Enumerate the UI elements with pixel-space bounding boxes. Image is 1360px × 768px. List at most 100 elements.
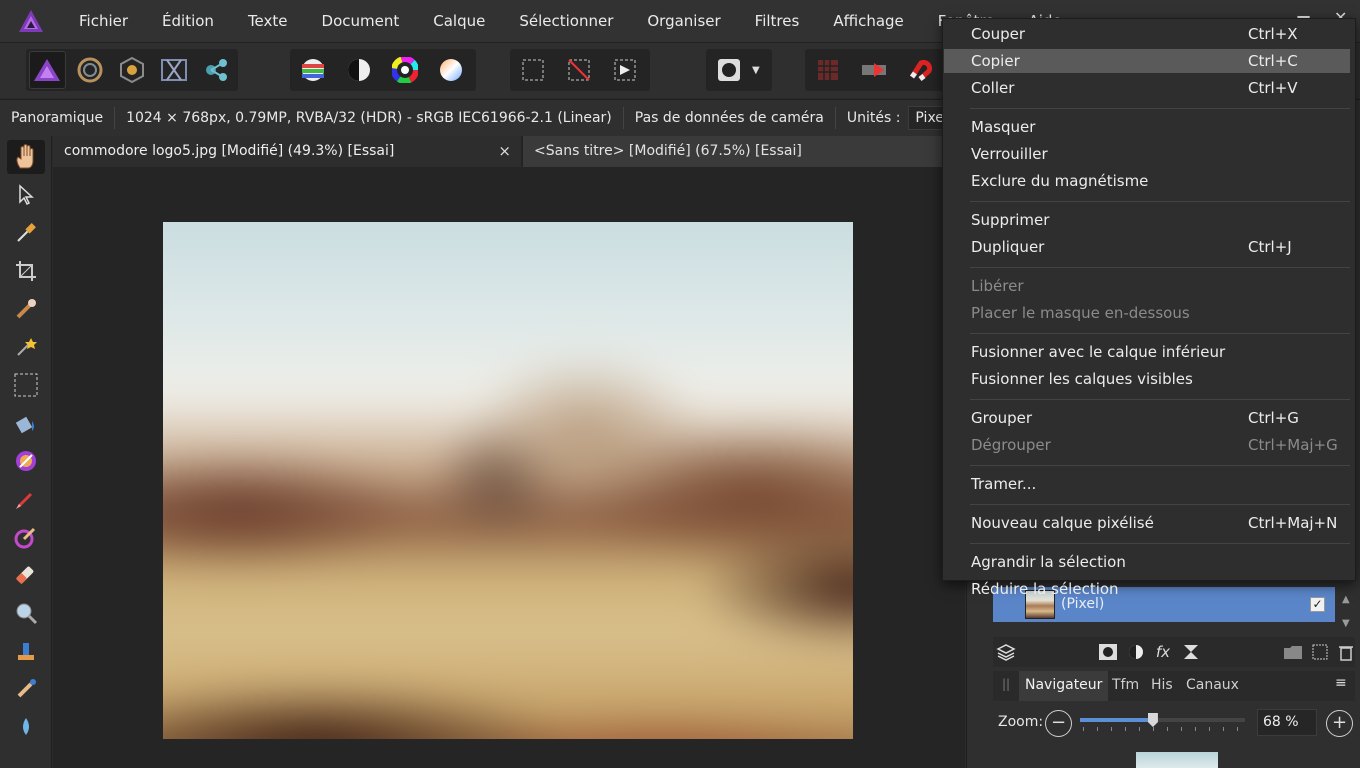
menu-item-fusionner-avec-le-calque-inf-rieur[interactable]: Fusionner avec le calque inférieur	[944, 340, 1350, 364]
menu-item-agrandir-la-s-lection[interactable]: Agrandir la sélection	[944, 550, 1350, 574]
menu-filtres[interactable]: Filtres	[738, 0, 817, 42]
menu-item-label: Libérer	[971, 277, 1024, 295]
menu-fichier[interactable]: Fichier	[62, 0, 145, 42]
menu-item-label: Tramer...	[971, 475, 1037, 493]
close-tab-icon[interactable]: ×	[498, 136, 511, 167]
crop-tool-icon[interactable]	[7, 254, 45, 288]
menu-item-label: Placer le masque en-dessous	[971, 304, 1190, 322]
tab-tfm[interactable]: Tfm	[1106, 671, 1145, 701]
menu-item-tramer[interactable]: Tramer...	[944, 472, 1350, 496]
tool-name: Panoramique	[0, 107, 116, 129]
black-white-icon[interactable]	[339, 51, 379, 89]
flood-select-tool-icon[interactable]	[7, 330, 45, 364]
menu-item-nouveau-calque-pix-lis[interactable]: Nouveau calque pixélisé Ctrl+Maj+N	[944, 511, 1350, 535]
menu-selectionner[interactable]: Sélectionner	[502, 0, 630, 42]
tab-label: commodore logo5.jpg [Modifié] (49.3%) [E…	[64, 143, 395, 159]
menu-item-lib-rer[interactable]: Libérer	[944, 274, 1350, 298]
clone-tool-icon[interactable]	[7, 634, 45, 668]
paint-brush-tool-icon[interactable]	[7, 482, 45, 516]
delete-layer-icon[interactable]	[1335, 642, 1357, 662]
deselect-icon[interactable]	[559, 51, 599, 89]
document-image[interactable]	[163, 222, 853, 739]
zoom-in-icon[interactable]: +	[1326, 710, 1353, 737]
export-persona-icon[interactable]	[199, 51, 235, 89]
tab-untitled[interactable]: <Sans titre> [Modifié] (67.5%) [Essai]	[523, 136, 965, 167]
tab-his[interactable]: His	[1145, 671, 1179, 701]
liquify-persona-icon[interactable]	[72, 51, 108, 89]
menu-item-exclure-du-magn-tisme[interactable]: Exclure du magnétisme	[944, 169, 1350, 193]
tab-canaux[interactable]: Canaux	[1180, 671, 1245, 701]
menu-item-verrouiller[interactable]: Verrouiller	[944, 142, 1350, 166]
color-replacement-tool-icon[interactable]	[7, 520, 45, 554]
menu-item-copier[interactable]: Copier Ctrl+C	[944, 49, 1350, 73]
menu-item-label: Grouper	[971, 409, 1033, 427]
mask-layer-icon[interactable]	[1097, 642, 1119, 662]
menu-item-label: Nouveau calque pixélisé	[971, 514, 1154, 532]
menu-item-placer-le-masque-en-dessous[interactable]: Placer le masque en-dessous	[944, 301, 1350, 325]
blur-brush-tool-icon[interactable]	[7, 596, 45, 630]
live-filters-icon[interactable]: fx	[1152, 642, 1174, 662]
affinity-photo-logo-icon[interactable]	[0, 0, 62, 42]
tone-mapping-persona-icon[interactable]	[156, 51, 192, 89]
color-picker-tool-icon[interactable]	[7, 216, 45, 250]
menu-item-r-duire-la-s-lection[interactable]: Réduire la sélection	[944, 577, 1350, 601]
snapping-magnet-icon[interactable]	[900, 51, 940, 89]
navigator-preview[interactable]	[1136, 752, 1218, 768]
menu-item-d-grouper[interactable]: Dégrouper Ctrl+Maj+G	[944, 433, 1350, 457]
menu-organiser[interactable]: Organiser	[630, 0, 737, 42]
panel-grip-icon[interactable]: ||	[1002, 677, 1010, 691]
menu-item-coller[interactable]: Coller Ctrl+V	[944, 76, 1350, 100]
zoom-out-icon[interactable]: −	[1045, 710, 1072, 737]
invert-selection-icon[interactable]	[605, 51, 645, 89]
selection-brush-tool-icon[interactable]	[7, 292, 45, 326]
menu-edition[interactable]: Édition	[145, 0, 231, 42]
marquee-tool-icon[interactable]	[7, 368, 45, 402]
camera-info: Pas de données de caméra	[624, 107, 836, 129]
menu-item-supprimer[interactable]: Supprimer	[944, 208, 1350, 232]
zoom-slider-handle[interactable]	[1147, 713, 1158, 727]
adjustment-layer-icon[interactable]	[1125, 642, 1147, 662]
hsl-icon[interactable]	[385, 51, 425, 89]
tab-commodore-logo[interactable]: commodore logo5.jpg [Modifié] (49.3%) [E…	[53, 136, 521, 167]
photo-persona-icon[interactable]	[29, 51, 66, 89]
quick-mask-dropdown-icon[interactable]: ▼	[752, 65, 760, 76]
levels-icon[interactable]	[293, 51, 333, 89]
scroll-down-icon[interactable]: ▼	[1342, 618, 1350, 629]
grid-icon[interactable]	[808, 51, 848, 89]
move-tool-icon[interactable]	[7, 178, 45, 212]
menu-item-couper[interactable]: Couper Ctrl+X	[944, 22, 1350, 46]
menu-document[interactable]: Document	[305, 0, 417, 42]
panel-menu-icon[interactable]: ≡	[1335, 675, 1347, 691]
smudge-tool-icon[interactable]	[7, 710, 45, 744]
select-all-icon[interactable]	[513, 51, 553, 89]
quick-mask-icon[interactable]	[709, 51, 749, 89]
healing-brush-tool-icon[interactable]	[7, 672, 45, 706]
white-balance-icon[interactable]	[431, 51, 471, 89]
group-folder-icon[interactable]	[1282, 642, 1304, 662]
menu-item-grouper[interactable]: Grouper Ctrl+G	[944, 406, 1350, 430]
layers-panel-icon[interactable]	[995, 642, 1017, 662]
menu-item-label: Fusionner les calques visibles	[971, 370, 1193, 388]
menu-calque[interactable]: Calque	[416, 0, 502, 42]
canvas-area[interactable]	[53, 167, 965, 768]
menu-item-dupliquer[interactable]: Dupliquer Ctrl+J	[944, 235, 1350, 259]
flood-fill-tool-icon[interactable]	[7, 406, 45, 440]
hand-tool-icon[interactable]	[7, 140, 45, 174]
zoom-label: Zoom:	[998, 714, 1044, 730]
tab-navigateur[interactable]: Navigateur	[1019, 671, 1109, 701]
menu-item-masquer[interactable]: Masquer	[944, 115, 1350, 139]
menu-texte[interactable]: Texte	[231, 0, 305, 42]
new-pixel-layer-icon[interactable]	[1309, 642, 1331, 662]
gradient-tool-icon[interactable]	[7, 444, 45, 478]
force-pixel-alignment-icon[interactable]	[854, 51, 894, 89]
develop-persona-icon[interactable]	[114, 51, 150, 89]
menu-affichage[interactable]: Affichage	[816, 0, 920, 42]
tools-panel	[0, 136, 52, 768]
zoom-value-field[interactable]: 68 %	[1257, 709, 1317, 736]
blend-range-icon[interactable]	[1180, 642, 1202, 662]
menu-item-label: Fusionner avec le calque inférieur	[971, 343, 1226, 361]
menu-item-label: Supprimer	[971, 211, 1050, 229]
zoom-slider[interactable]	[1080, 713, 1245, 727]
erase-tool-icon[interactable]	[7, 558, 45, 592]
menu-item-fusionner-les-calques-visibles[interactable]: Fusionner les calques visibles	[944, 367, 1350, 391]
